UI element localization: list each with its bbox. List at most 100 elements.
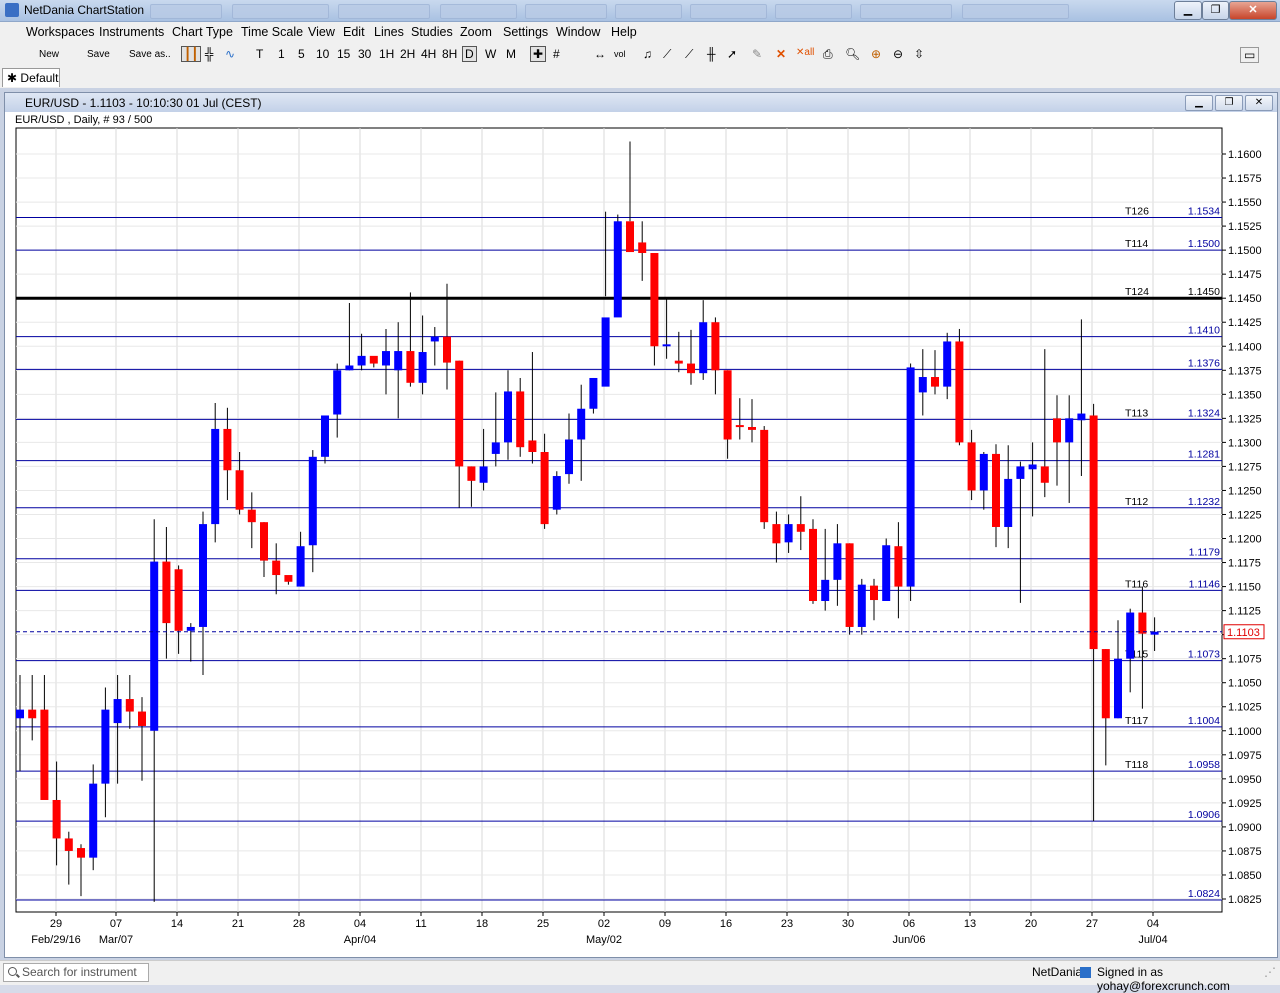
y-tick-label: 1.1175 [1228,558,1261,570]
candle-body [638,242,647,254]
y-tick-label: 1.1475 [1228,269,1262,281]
y-tick-label: 1.0975 [1228,750,1262,762]
candle-body [333,370,342,415]
candle-body [1016,466,1025,479]
candle-body [357,355,366,366]
candle-body [723,370,732,440]
candle-body [479,466,488,483]
candle-body [528,440,537,452]
candle-body [113,699,122,724]
candle-body [77,848,85,858]
candle-body [64,838,73,851]
candle-body [162,561,171,624]
candle-body [784,524,793,543]
y-tick-label: 1.1600 [1228,149,1262,161]
candle-body [138,711,146,726]
candle-body [979,453,988,491]
candle-body [565,439,573,475]
candle-body [1077,413,1086,421]
candle-body [504,391,512,443]
y-tick-label: 1.1375 [1228,365,1262,377]
line-price-label: 1.1232 [1188,496,1220,508]
candle-body [626,221,634,253]
candle-body [211,428,220,525]
candle-body [272,560,281,576]
candle-body [857,584,866,627]
candle-body [760,429,769,523]
candle-body [552,476,561,510]
candle-body [931,377,939,387]
candle-body [943,341,952,387]
candle-body [1065,418,1074,443]
candle-body [467,466,476,481]
candle-body [247,509,256,523]
candle-body [796,524,805,532]
x-tick-label: 09 [659,918,671,930]
line-tag-label: T124 [1125,286,1149,298]
x-date-label: May/02 [586,934,622,946]
line-price-label: 1.1004 [1188,715,1220,727]
candle-body [601,317,610,387]
x-tick-label: 18 [476,918,488,930]
line-price-label: 1.1450 [1188,286,1220,298]
candle-body [345,365,354,371]
x-tick-label: 06 [903,918,915,930]
brand-label: NetDania [1032,965,1083,979]
candle-body [772,524,781,544]
candle-body [443,336,451,363]
candle-body [1114,658,1122,719]
x-date-label: Jul/04 [1138,934,1167,946]
candle-body [955,341,964,443]
line-price-label: 1.1281 [1188,449,1220,461]
candle-body [40,709,49,800]
y-tick-label: 1.1575 [1228,173,1262,185]
x-tick-label: 16 [720,918,732,930]
status-bar: Search for instrument NetDania Signed in… [0,960,1280,993]
candle-body [1053,418,1061,443]
candle-body [28,709,37,719]
candle-body [455,360,464,467]
line-price-label: 1.1410 [1188,325,1220,337]
search-icon [8,967,17,976]
instrument-search[interactable]: Search for instrument [3,963,149,982]
line-price-label: 1.1500 [1188,238,1220,250]
x-tick-label: 20 [1025,918,1037,930]
x-tick-label: 04 [354,918,366,930]
line-tag-label: T118 [1125,759,1148,771]
line-price-label: 1.1376 [1188,357,1220,369]
line-tag-label: T117 [1125,715,1148,727]
x-tick-label: 13 [964,918,976,930]
candle-body [186,626,195,631]
candle-body [735,425,744,428]
x-tick-label: 04 [1147,918,1159,930]
resize-grip-icon[interactable]: ⋰ [1264,965,1276,979]
x-date-label: Jun/06 [892,934,925,946]
candle-body [321,415,329,457]
candle-body [833,543,842,580]
line-tag-label: T113 [1125,407,1148,419]
line-price-label: 1.1179 [1189,547,1220,559]
y-tick-label: 1.1300 [1228,437,1262,449]
y-tick-label: 1.1075 [1228,654,1262,666]
candle-body [382,351,390,366]
line-price-label: 1.0824 [1188,888,1220,900]
y-tick-label: 1.1050 [1228,678,1262,690]
candle-body [491,442,500,454]
candle-body [199,524,207,627]
candle-body [516,391,525,448]
x-tick-label: 21 [232,918,244,930]
candle-body [125,699,134,712]
y-tick-label: 1.0900 [1228,822,1262,834]
candle-body [662,344,671,347]
signed-in-label: Signed in as yohay@forexcrunch.com [1097,965,1230,993]
candle-body [406,351,415,383]
y-tick-label: 1.1275 [1228,461,1262,473]
candle-body [223,428,232,471]
candle-body [589,377,598,409]
candle-body [748,427,756,430]
candle-body [894,546,903,587]
price-chart[interactable]: 29 07 14 21 28 04 11 18 25 02 09 16 23 30 06 13 20 27 04 Fe… [0,0,1280,984]
x-tick-label: 23 [781,918,793,930]
y-tick-label: 1.1325 [1228,413,1262,425]
candle-body [174,569,183,631]
